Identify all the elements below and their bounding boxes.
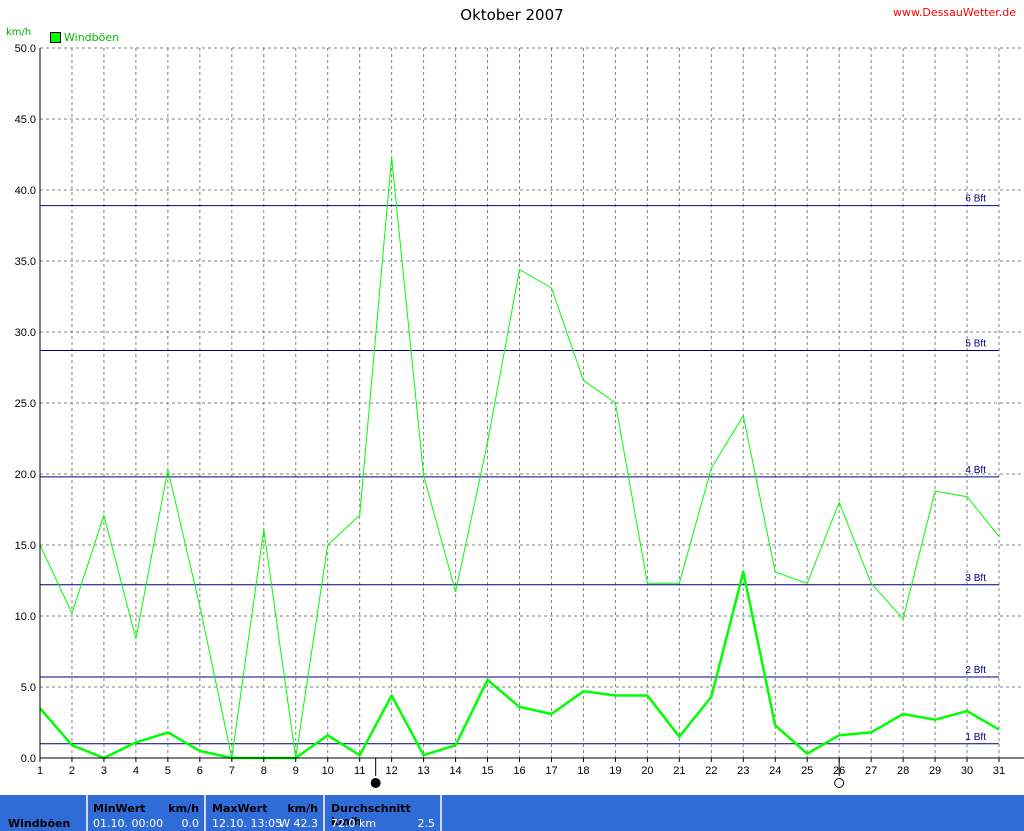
x-tick-label: 5 xyxy=(165,765,171,777)
footer-series-label: Windböen xyxy=(8,817,71,830)
footer-separator xyxy=(440,795,442,831)
beaufort-label: 2 Bft xyxy=(965,665,986,676)
min-header: MinWert xyxy=(93,802,146,815)
avg-value: 2.5 xyxy=(417,817,436,830)
beaufort-label: 6 Bft xyxy=(965,194,986,205)
footer-separator xyxy=(323,795,325,831)
footer-max-cell: MaxWert km/h 12.10. 13:05 W 42.3 xyxy=(212,795,320,831)
beaufort-label: 3 Bft xyxy=(965,573,986,584)
x-tick-label: 7 xyxy=(229,765,235,777)
x-tick-label: 11 xyxy=(354,765,365,777)
y-tick-label: 0.0 xyxy=(21,753,36,765)
x-tick-label: 14 xyxy=(449,765,461,777)
x-tick-label: 28 xyxy=(897,765,909,777)
new-moon-icon xyxy=(370,778,381,788)
summary-footer: Windböen MinWert km/h 01.10. 00:00 0.0 M… xyxy=(0,795,1024,831)
x-tick-label: 18 xyxy=(577,765,589,777)
x-tick-label: 13 xyxy=(417,765,429,777)
x-tick-label: 22 xyxy=(705,765,717,777)
min-value: 0.0 xyxy=(181,817,200,830)
x-tick-label: 19 xyxy=(609,765,621,777)
y-tick-label: 30.0 xyxy=(15,327,36,339)
y-tick-label: 20.0 xyxy=(15,469,36,481)
grid xyxy=(39,47,1024,759)
y-tick-label: 25.0 xyxy=(15,398,36,410)
x-tick-label: 3 xyxy=(101,765,107,777)
x-tick-label: 24 xyxy=(769,765,781,777)
x-tick-label: 29 xyxy=(929,765,941,777)
legend-swatch xyxy=(50,32,61,43)
x-tick-label: 20 xyxy=(641,765,653,777)
site-url-link[interactable]: www.DessauWetter.de xyxy=(893,6,1016,19)
y-axis-unit: km/h xyxy=(6,27,32,38)
beaufort-label: 4 Bft xyxy=(965,465,986,476)
x-tick-label: 4 xyxy=(133,765,139,777)
min-unit: km/h xyxy=(168,802,199,815)
beaufort-label: 5 Bft xyxy=(965,338,986,349)
legend: Windböen xyxy=(50,31,119,44)
x-tick-label: 1 xyxy=(37,765,43,777)
x-tick-label: 21 xyxy=(673,765,685,777)
beaufort-label: 1 Bft xyxy=(965,732,986,743)
x-tick-label: 9 xyxy=(293,765,299,777)
y-tick-label: 5.0 xyxy=(21,682,36,694)
x-tick-label: 23 xyxy=(737,765,749,777)
series-line-avg xyxy=(39,570,1000,760)
y-tick-label: 10.0 xyxy=(15,611,36,623)
x-tick-label: 31 xyxy=(993,765,1005,777)
max-unit: km/h xyxy=(287,802,318,815)
x-tick-label: 25 xyxy=(801,765,813,777)
legend-label: Windböen xyxy=(64,31,120,44)
y-tick-label: 40.0 xyxy=(15,185,36,197)
max-value: W 42.3 xyxy=(279,817,318,830)
x-tick-label: 8 xyxy=(261,765,267,777)
y-tick-label: 15.0 xyxy=(15,540,36,552)
x-tick-label: 2 xyxy=(69,765,75,777)
avg-distance: 72.0 km xyxy=(331,817,377,830)
max-when: 12.10. 13:05 xyxy=(212,817,283,830)
full-moon-icon xyxy=(834,778,845,788)
y-tick-label: 50.0 xyxy=(15,43,36,55)
x-tick-label: 27 xyxy=(865,765,877,777)
chart-area: 1 Bft 2 Bft 3 Bft 4 Bft 5 Bft 6 Bft 0.0 5.0 10.… xyxy=(15,43,1024,788)
chart-title: Oktober 2007 xyxy=(460,6,564,24)
x-tick-label: 12 xyxy=(386,765,398,777)
footer-separator xyxy=(86,795,88,831)
x-tick-label: 6 xyxy=(197,765,203,777)
x-tick-label: 30 xyxy=(961,765,973,777)
footer-avg-cell: Durchschnitt km/h 72.0 km 2.5 xyxy=(331,795,437,831)
x-tick-label: 15 xyxy=(481,765,493,777)
footer-min-cell: MinWert km/h 01.10. 00:00 0.0 xyxy=(93,795,201,831)
x-tick-label: 16 xyxy=(513,765,525,777)
x-tick-label: 10 xyxy=(322,765,334,777)
min-when: 01.10. 00:00 xyxy=(93,817,164,830)
max-header: MaxWert xyxy=(212,802,268,815)
footer-separator xyxy=(204,795,206,831)
y-tick-label: 45.0 xyxy=(15,114,36,126)
y-tick-label: 35.0 xyxy=(15,256,36,268)
x-tick-label: 17 xyxy=(545,765,557,777)
